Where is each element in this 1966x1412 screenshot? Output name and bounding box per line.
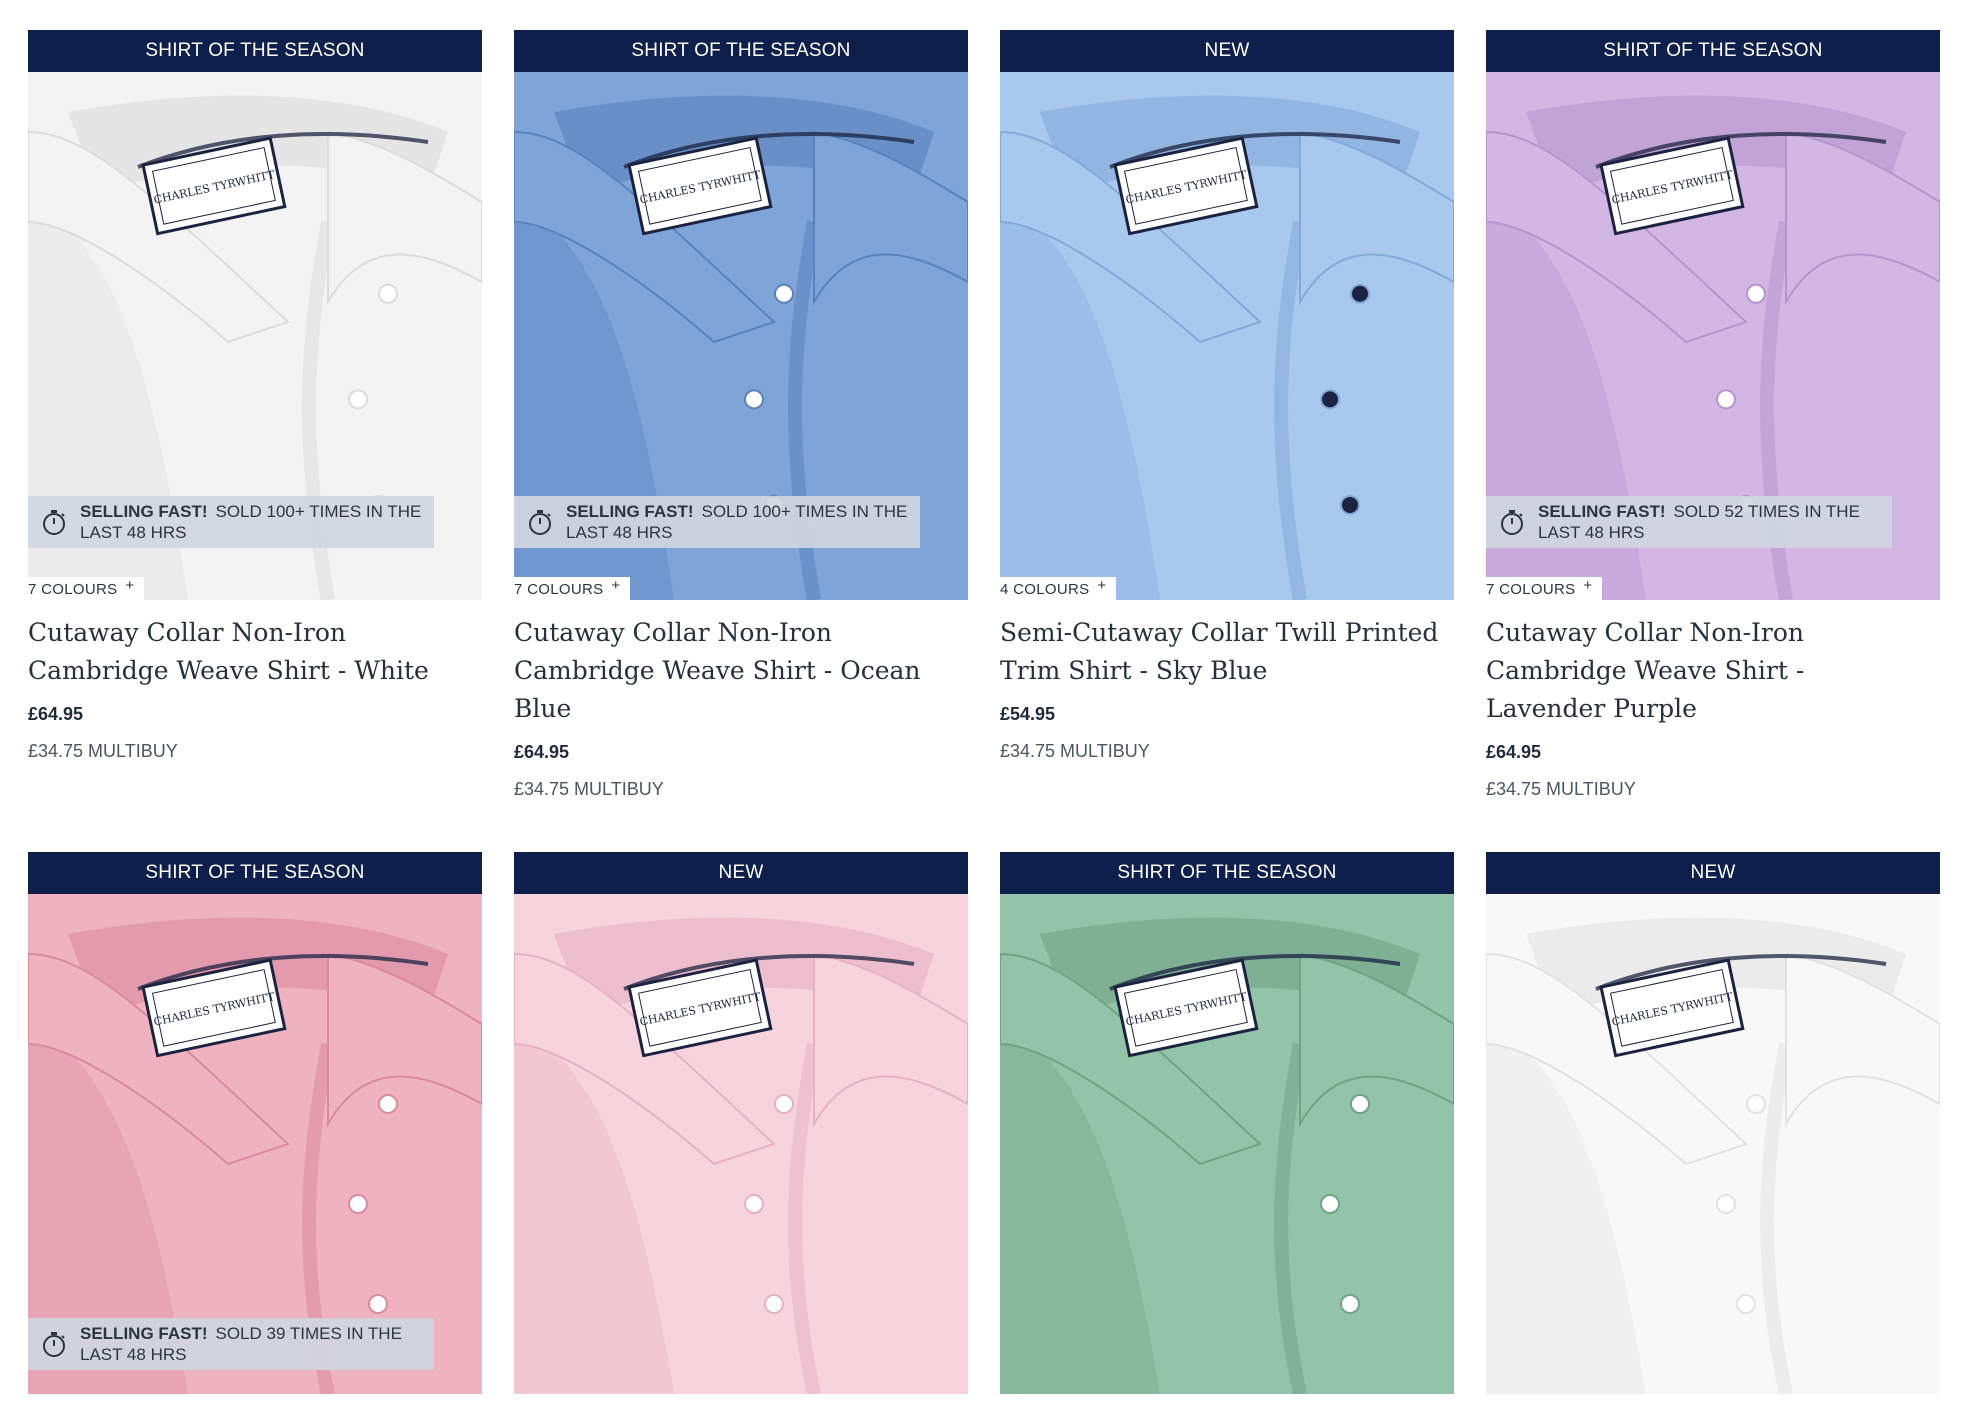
product-image[interactable]: CHARLES TYRWHITT SELLING FAST! SOLD 52 TI…	[1486, 72, 1940, 600]
product-title[interactable]: Semi-Cutaway Collar Twill Printed Trim S…	[1000, 614, 1440, 690]
product-card[interactable]: SHIRT OF THE SEASON CHARLES TYRWHITT SEL…	[1486, 30, 1940, 852]
product-card[interactable]: SHIRT OF THE SEASON CHARLES TYRWHITT	[1000, 852, 1454, 1412]
colour-options[interactable]: 4 COLOURS +	[1000, 577, 1117, 600]
shirt-image: CHARLES TYRWHITT	[514, 894, 968, 1394]
product-price: £64.95	[514, 742, 570, 762]
shirt-button	[1350, 283, 1370, 304]
product-card[interactable]: NEW CHARLES TYRWHITT 4 COLOURS + Semi-Cut…	[1000, 30, 1454, 852]
product-title[interactable]: Cutaway Collar Non-Iron Cambridge Weave …	[1486, 614, 1926, 728]
shirt-button	[1746, 283, 1766, 304]
product-image[interactable]: CHARLES TYRWHITT SELLING FAST! SOLD 100+ …	[28, 72, 482, 600]
shirt-button	[1340, 1294, 1360, 1314]
shirt-image: CHARLES TYRWHITT	[1000, 894, 1454, 1394]
plus-icon: +	[125, 577, 135, 594]
shirt-button	[368, 1294, 388, 1314]
shirt-button	[1716, 389, 1736, 410]
shirt-button	[1340, 494, 1360, 515]
plus-icon: +	[1097, 577, 1107, 594]
shirt-button	[744, 389, 764, 410]
product-badge: SHIRT OF THE SEASON	[28, 852, 482, 894]
multibuy-price: £34.75 MULTIBUY	[514, 779, 664, 799]
product-image[interactable]: CHARLES TYRWHITT	[1000, 894, 1454, 1394]
shirt-button	[378, 283, 398, 304]
product-badge: SHIRT OF THE SEASON	[1000, 852, 1454, 894]
shirt-button	[1350, 1094, 1370, 1114]
product-title[interactable]: Cutaway Collar Non-Iron Cambridge Weave …	[28, 614, 468, 690]
shirt-button	[1746, 1094, 1766, 1114]
colour-count: 7 COLOURS	[28, 581, 118, 598]
colour-options[interactable]: 7 COLOURS +	[514, 577, 631, 600]
shirt-button	[774, 283, 794, 304]
selling-fast-label: SELLING FAST!	[80, 1324, 208, 1343]
shirt-button	[348, 1194, 368, 1214]
selling-fast-notice: SELLING FAST! SOLD 52 TIMES IN THE LAST 4…	[1486, 496, 1892, 548]
product-badge: SHIRT OF THE SEASON	[28, 30, 482, 72]
product-image[interactable]: CHARLES TYRWHITT	[1486, 894, 1940, 1394]
stopwatch-icon	[43, 510, 65, 535]
colour-options[interactable]: 7 COLOURS +	[1486, 577, 1603, 600]
product-grid: SHIRT OF THE SEASON CHARLES TYRWHITT SEL…	[28, 30, 1940, 1412]
product-card[interactable]: SHIRT OF THE SEASON CHARLES TYRWHITT SEL…	[514, 30, 968, 852]
product-image[interactable]: CHARLES TYRWHITT	[514, 894, 968, 1394]
stopwatch-icon	[1501, 510, 1523, 535]
shirt-button	[378, 1094, 398, 1114]
shirt-button	[774, 1094, 794, 1114]
product-badge: SHIRT OF THE SEASON	[514, 30, 968, 72]
product-badge: SHIRT OF THE SEASON	[1486, 30, 1940, 72]
product-price: £64.95	[1486, 742, 1542, 762]
selling-fast-notice: SELLING FAST! SOLD 100+ TIMES IN THE LAST…	[514, 496, 920, 548]
multibuy-price: £34.75 MULTIBUY	[1486, 779, 1636, 799]
product-card[interactable]: NEW CHARLES TYRWHITT	[1486, 852, 1940, 1412]
shirt-image: CHARLES TYRWHITT	[1000, 72, 1454, 600]
product-price: £54.95	[1000, 704, 1056, 724]
selling-fast-label: SELLING FAST!	[80, 502, 208, 521]
colour-count: 7 COLOURS	[1486, 581, 1576, 598]
shirt-button	[1320, 1194, 1340, 1214]
colour-count: 7 COLOURS	[514, 581, 604, 598]
shirt-button	[348, 389, 368, 410]
product-badge: NEW	[1486, 852, 1940, 894]
shirt-button	[1736, 1294, 1756, 1314]
product-price: £64.95	[28, 704, 84, 724]
selling-fast-notice: SELLING FAST! SOLD 39 TIMES IN THE LAST 4…	[28, 1318, 434, 1370]
product-image[interactable]: CHARLES TYRWHITT SELLING FAST! SOLD 100+ …	[514, 72, 968, 600]
product-title[interactable]: Cutaway Collar Non-Iron Cambridge Weave …	[514, 614, 954, 728]
shirt-button	[764, 1294, 784, 1314]
product-image[interactable]: CHARLES TYRWHITT 4 COLOURS +	[1000, 72, 1454, 600]
colour-count: 4 COLOURS	[1000, 581, 1090, 598]
product-badge: NEW	[1000, 30, 1454, 72]
shirt-button	[1320, 389, 1340, 410]
stopwatch-icon	[43, 1332, 65, 1357]
multibuy-price: £34.75 MULTIBUY	[1000, 741, 1150, 761]
plus-icon: +	[1583, 577, 1593, 594]
selling-fast-label: SELLING FAST!	[566, 502, 694, 521]
stopwatch-icon	[529, 510, 551, 535]
product-card[interactable]: NEW CHARLES TYRWHITT	[514, 852, 968, 1412]
selling-fast-notice: SELLING FAST! SOLD 100+ TIMES IN THE LAST…	[28, 496, 434, 548]
plus-icon: +	[611, 577, 621, 594]
multibuy-price: £34.75 MULTIBUY	[28, 741, 178, 761]
product-badge: NEW	[514, 852, 968, 894]
product-image[interactable]: CHARLES TYRWHITT SELLING FAST! SOLD 39 TI…	[28, 894, 482, 1394]
shirt-image: CHARLES TYRWHITT	[1486, 894, 1940, 1394]
shirt-button	[1716, 1194, 1736, 1214]
selling-fast-label: SELLING FAST!	[1538, 502, 1666, 521]
product-card[interactable]: SHIRT OF THE SEASON CHARLES TYRWHITT SEL…	[28, 30, 482, 852]
product-card[interactable]: SHIRT OF THE SEASON CHARLES TYRWHITT SEL…	[28, 852, 482, 1412]
shirt-button	[744, 1194, 764, 1214]
colour-options[interactable]: 7 COLOURS +	[28, 577, 145, 600]
